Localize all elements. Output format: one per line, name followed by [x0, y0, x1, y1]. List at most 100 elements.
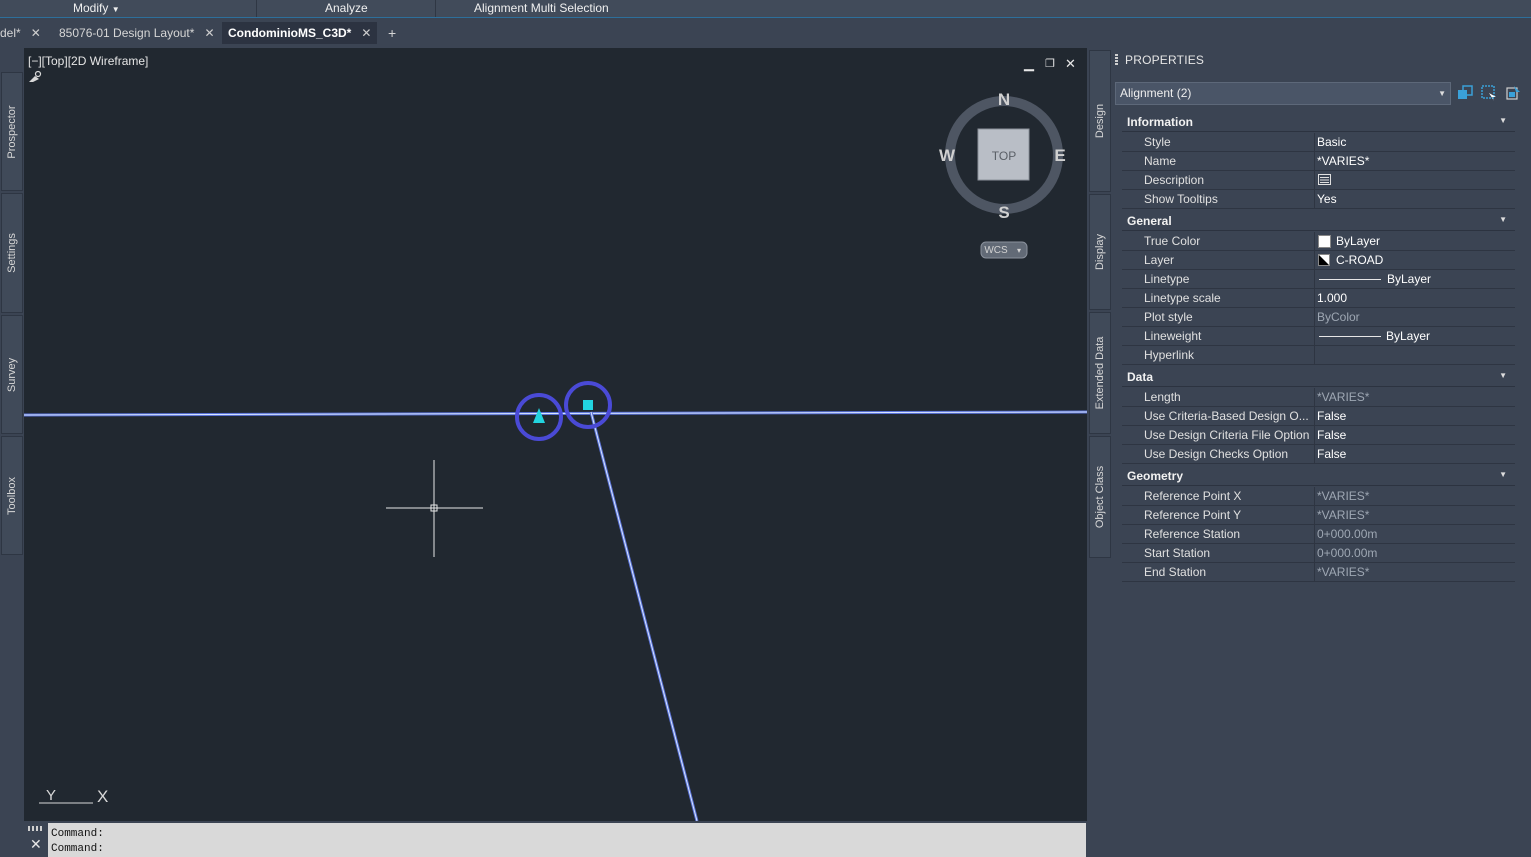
- tab-design[interactable]: Design: [1089, 50, 1111, 192]
- property-value[interactable]: Yes: [1317, 192, 1337, 206]
- tab-object-class[interactable]: Object Class: [1089, 436, 1111, 558]
- property-value[interactable]: False: [1317, 428, 1346, 442]
- modify-label: Modify: [73, 1, 109, 15]
- property-row[interactable]: Reference Point X *VARIES*: [1122, 487, 1515, 506]
- property-row[interactable]: Use Design Criteria File Option False: [1122, 426, 1515, 445]
- property-key: Use Design Checks Option: [1144, 447, 1289, 461]
- property-value[interactable]: *VARIES*: [1317, 154, 1369, 168]
- collapse-icon[interactable]: ▼: [1499, 371, 1507, 380]
- property-value[interactable]: 1.000: [1317, 291, 1347, 305]
- tab-design-layout[interactable]: 85076-01 Design Layout* ✕: [59, 22, 215, 44]
- property-key: Style: [1144, 135, 1171, 149]
- chevron-down-icon: ▾: [1017, 246, 1021, 255]
- property-value: ByColor: [1317, 310, 1360, 324]
- property-row[interactable]: Plot style ByColor: [1122, 308, 1515, 327]
- property-key: Layer: [1144, 253, 1175, 267]
- close-icon[interactable]: ✕: [31, 22, 41, 44]
- property-value[interactable]: C-ROAD: [1336, 253, 1383, 267]
- tab-model[interactable]: del* ✕: [0, 22, 41, 44]
- property-row[interactable]: Linetype scale 1.000: [1122, 289, 1515, 308]
- tab-label: CondominioMS_C3D*: [228, 26, 352, 40]
- property-row[interactable]: Description: [1122, 171, 1515, 190]
- property-row[interactable]: True Color ByLayer: [1122, 232, 1515, 251]
- tab-condominio[interactable]: CondominioMS_C3D* ✕: [222, 22, 378, 44]
- category-general[interactable]: General ▼: [1122, 212, 1515, 231]
- property-key: Show Tooltips: [1144, 192, 1218, 206]
- property-value: *VARIES*: [1317, 390, 1370, 404]
- description-editor-icon[interactable]: [1318, 174, 1331, 185]
- alignment-line-diagonal-core: [590, 411, 698, 821]
- property-row[interactable]: Hyperlink: [1122, 346, 1515, 365]
- property-value: 0+000.00m: [1317, 527, 1378, 541]
- tab-label: Object Class: [1094, 465, 1106, 529]
- tab-toolbox[interactable]: Toolbox: [1, 436, 23, 555]
- property-value[interactable]: ByLayer: [1336, 234, 1380, 248]
- property-value[interactable]: ByLayer: [1386, 329, 1430, 343]
- quick-select-icon[interactable]: [1505, 85, 1521, 101]
- property-row[interactable]: Linetype ByLayer: [1122, 270, 1515, 289]
- modify-menu[interactable]: Modify ▼: [73, 0, 120, 17]
- property-row[interactable]: Start Station 0+000.00m: [1122, 544, 1515, 563]
- compass-west: W: [939, 146, 956, 165]
- collapse-icon[interactable]: ▼: [1499, 470, 1507, 479]
- color-swatch: [1318, 235, 1331, 248]
- tab-survey[interactable]: Survey: [1, 315, 23, 434]
- compass-east: E: [1054, 146, 1065, 165]
- property-key: Length: [1144, 390, 1181, 404]
- category-geometry[interactable]: Geometry ▼: [1122, 467, 1515, 486]
- tab-settings[interactable]: Settings: [1, 193, 23, 313]
- tab-label: Extended Data: [1094, 336, 1106, 410]
- property-value[interactable]: Basic: [1317, 135, 1346, 149]
- property-row[interactable]: End Station *VARIES*: [1122, 563, 1515, 582]
- tab-extended-data[interactable]: Extended Data: [1089, 312, 1111, 434]
- property-key: Description: [1144, 173, 1205, 187]
- close-icon[interactable]: ✕: [204, 22, 214, 44]
- left-palette-tabs: Prospector Settings Survey Toolbox: [0, 46, 23, 857]
- property-row[interactable]: Style Basic: [1122, 133, 1515, 152]
- property-value[interactable]: False: [1317, 409, 1346, 423]
- category-data[interactable]: Data ▼: [1122, 368, 1515, 387]
- collapse-icon[interactable]: ▼: [1499, 116, 1507, 125]
- property-row[interactable]: Use Criteria-Based Design O... False: [1122, 407, 1515, 426]
- tab-prospector[interactable]: Prospector: [1, 72, 23, 191]
- command-line-handle[interactable]: ✕: [24, 823, 48, 857]
- viewcube-top-label: TOP: [992, 149, 1016, 163]
- selection-value: Alignment (2): [1120, 86, 1192, 100]
- tab-label: Survey: [6, 357, 18, 392]
- selection-dropdown[interactable]: Alignment (2) ▼: [1115, 82, 1451, 105]
- property-key: End Station: [1144, 565, 1207, 579]
- property-row[interactable]: Length *VARIES*: [1122, 388, 1515, 407]
- property-row[interactable]: Use Design Checks Option False: [1122, 445, 1515, 464]
- grip-icon[interactable]: [1115, 54, 1118, 66]
- property-key: Reference Point X: [1144, 489, 1242, 503]
- drawing-canvas[interactable]: TOP N S E W WCS ▾ Y X: [24, 48, 1087, 821]
- property-key: Start Station: [1144, 546, 1211, 560]
- tab-display[interactable]: Display: [1089, 194, 1111, 310]
- collapse-icon[interactable]: ▼: [1499, 215, 1507, 224]
- select-objects-icon[interactable]: [1481, 85, 1497, 101]
- property-key: Use Criteria-Based Design O...: [1144, 409, 1309, 423]
- property-value[interactable]: ByLayer: [1387, 272, 1431, 286]
- property-row[interactable]: Name *VARIES*: [1122, 152, 1515, 171]
- property-row[interactable]: Layer C-ROAD: [1122, 251, 1515, 270]
- drawing-viewport[interactable]: [−][Top][2D Wireframe] ▁ ❐ ✕ TOP N S E W…: [24, 48, 1087, 821]
- add-tab-icon[interactable]: +: [388, 22, 396, 44]
- close-icon[interactable]: ✕: [361, 22, 371, 44]
- property-row[interactable]: Show Tooltips Yes: [1122, 190, 1515, 209]
- property-row[interactable]: Reference Station 0+000.00m: [1122, 525, 1515, 544]
- grip-icon[interactable]: [28, 826, 44, 831]
- analyze-menu[interactable]: Analyze: [325, 0, 368, 17]
- property-row[interactable]: Reference Point Y *VARIES*: [1122, 506, 1515, 525]
- command-line[interactable]: ✕ Command: Command:: [24, 823, 1086, 857]
- property-value[interactable]: False: [1317, 447, 1346, 461]
- property-key: Linetype scale: [1144, 291, 1221, 305]
- alignment-multi-selection-panel[interactable]: Alignment Multi Selection: [474, 0, 609, 17]
- category-information[interactable]: Information ▼: [1122, 113, 1515, 132]
- command-history-line: Command:: [51, 828, 104, 840]
- property-row[interactable]: Lineweight ByLayer: [1122, 327, 1515, 346]
- command-history-line: Command:: [51, 843, 104, 855]
- property-key: Name: [1144, 154, 1177, 168]
- close-icon[interactable]: ✕: [30, 836, 42, 853]
- toggle-pickadd-icon[interactable]: [1457, 85, 1473, 101]
- chevron-down-icon: ▼: [111, 5, 120, 14]
